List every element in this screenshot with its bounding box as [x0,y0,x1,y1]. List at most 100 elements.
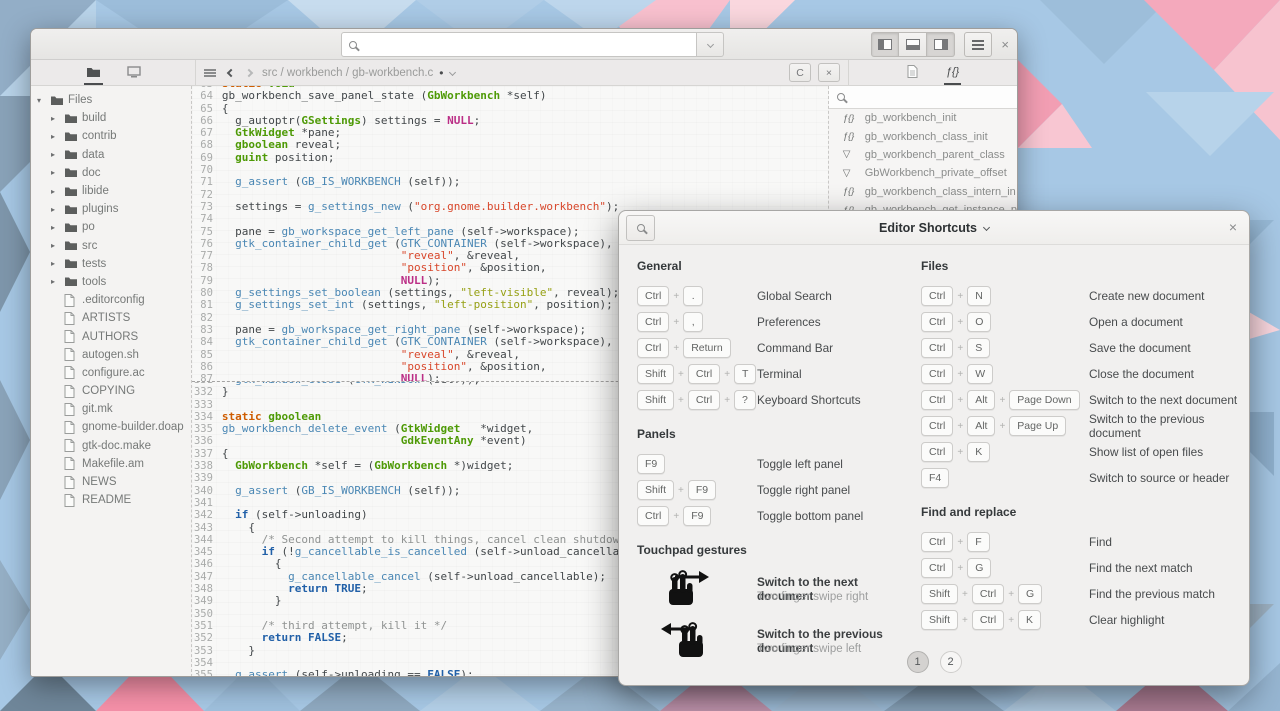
shortcut-row: Shift+Ctrl+TTerminal [637,361,909,387]
global-search-input[interactable] [341,32,697,57]
hamburger-icon [972,44,984,46]
line-number: 336 [192,435,222,447]
tree-item[interactable]: git.mk [31,400,191,418]
back-icon[interactable] [227,68,235,76]
tree-item[interactable]: ▸build [31,109,191,127]
chevron-down-icon [706,41,713,48]
plus-separator: + [999,395,1005,406]
tree-item[interactable]: .editorconfig [31,291,191,309]
symbol-item[interactable]: ▽gb_workbench_parent_class [829,146,1017,164]
expander-icon[interactable]: ▸ [51,205,64,214]
plus-separator: + [957,317,963,328]
page-button[interactable]: 1 [907,651,929,673]
symbol-search-input[interactable] [829,86,1017,109]
symbol-item[interactable]: ƒ{}gb_workbench_class_init [829,127,1017,145]
shortcut-row: Ctrl+WClose the document [921,361,1239,387]
tree-item[interactable]: gnome-builder.doap [31,418,191,436]
expander-icon[interactable]: ▸ [51,241,64,250]
tree-item[interactable]: ▸tools [31,273,191,291]
keycap: Alt [967,416,995,436]
dialog-search-button[interactable] [626,215,655,241]
plus-separator: + [957,291,963,302]
expander-icon[interactable]: ▸ [51,259,64,268]
tree-item[interactable]: ▸contrib [31,127,191,145]
expander-icon[interactable]: ▸ [51,277,64,286]
menu-button[interactable] [964,32,992,57]
line-number: 71 [192,176,222,188]
keycap: Ctrl [688,390,720,410]
tree-item[interactable]: ▸data [31,146,191,164]
language-button[interactable]: C [789,63,811,82]
symbol-item[interactable]: ▽GbWorkbench_private_offset [829,164,1017,182]
project-tree-tab[interactable] [84,61,103,85]
window-close-button[interactable]: × [1001,38,1009,51]
line-number: 85 [192,349,222,361]
open-pages-icon[interactable] [204,72,216,74]
file-tree[interactable]: ▾Files▸build▸contrib▸data▸doc▸libide▸plu… [31,86,192,677]
expander-icon[interactable]: ▸ [51,150,64,159]
expander-icon[interactable]: ▸ [51,132,64,141]
close-split-button[interactable]: × [818,63,840,82]
shortcut-row: Ctrl+Alt+Page UpSwitch to the previous d… [921,413,1239,439]
tree-item[interactable]: Makefile.am [31,455,191,473]
page-button[interactable]: 2 [940,651,962,673]
forward-icon[interactable] [245,68,253,76]
shortcut-label: Find the previous match [1089,587,1215,601]
tree-item[interactable]: gtk-doc.make [31,437,191,455]
toggle-left-panel-button[interactable] [871,32,899,57]
folder-icon [64,240,78,251]
plus-separator: + [999,421,1005,432]
tree-item[interactable]: ▸plugins [31,200,191,218]
expander-icon[interactable]: ▸ [51,168,64,177]
keycap: Shift [921,584,958,604]
plus-separator: + [957,369,963,380]
breadcrumb-chevron-icon[interactable] [448,69,455,76]
expander-icon[interactable]: ▸ [51,187,64,196]
shortcut-row: F4Switch to source or header [921,465,1239,491]
expander-icon[interactable]: ▸ [51,114,64,123]
tree-item[interactable]: ▸doc [31,164,191,182]
dialog-close-button[interactable]: × [1229,220,1237,234]
line-number: 340 [192,485,222,497]
symbol-item[interactable]: ƒ{}gb_workbench_init [829,109,1017,127]
dialog-title-selector[interactable]: Editor Shortcuts [879,221,989,235]
tree-item[interactable]: NEWS [31,473,191,491]
plus-separator: + [673,343,679,354]
tree-item[interactable]: ▸libide [31,182,191,200]
folder-icon [50,95,64,106]
tree-item[interactable]: configure.ac [31,364,191,382]
keycap: Shift [637,480,674,500]
folder-icon [64,276,78,287]
tree-item[interactable]: ▸po [31,218,191,236]
line-number: 78 [192,262,222,274]
expander-icon[interactable]: ▾ [37,96,50,105]
toggle-right-panel-button[interactable] [927,32,955,57]
expander-icon[interactable]: ▸ [51,223,64,232]
tree-item[interactable]: README [31,491,191,509]
line-number: 335 [192,423,222,435]
shortcuts-dialog: Editor Shortcuts × GeneralCtrl+.Global S… [618,210,1250,686]
tree-item[interactable]: COPYING [31,382,191,400]
breadcrumb[interactable]: src / workbench / gb-workbench.c [262,67,433,79]
tree-item[interactable]: ARTISTS [31,309,191,327]
line-number: 75 [192,226,222,238]
tree-item[interactable]: AUTHORS [31,327,191,345]
shortcut-row: Ctrl+FFind [921,529,1239,555]
keycap: Ctrl [921,442,953,462]
devices-tab[interactable] [125,61,143,85]
symbol-item[interactable]: ƒ{}gb_workbench_class_intern_in [829,183,1017,201]
display-icon [127,66,141,78]
variable-icon: ▽ [843,168,865,179]
search-dropdown-button[interactable] [697,32,724,57]
tree-item[interactable]: ▸tests [31,255,191,273]
symbols-tab[interactable]: ƒ{} [944,61,961,85]
symbols-header: ƒ{} [849,60,1017,85]
document-outline-tab[interactable] [905,61,920,85]
line-number: 346 [192,558,222,570]
shortcut-row: Shift+Ctrl+KClear highlight [921,607,1239,633]
tree-item[interactable]: ▸src [31,237,191,255]
toggle-bottom-panel-button[interactable] [899,32,927,57]
tree-item[interactable]: ▾Files [31,91,191,109]
tree-item[interactable]: autogen.sh [31,346,191,364]
tree-item-label: COPYING [82,385,135,397]
